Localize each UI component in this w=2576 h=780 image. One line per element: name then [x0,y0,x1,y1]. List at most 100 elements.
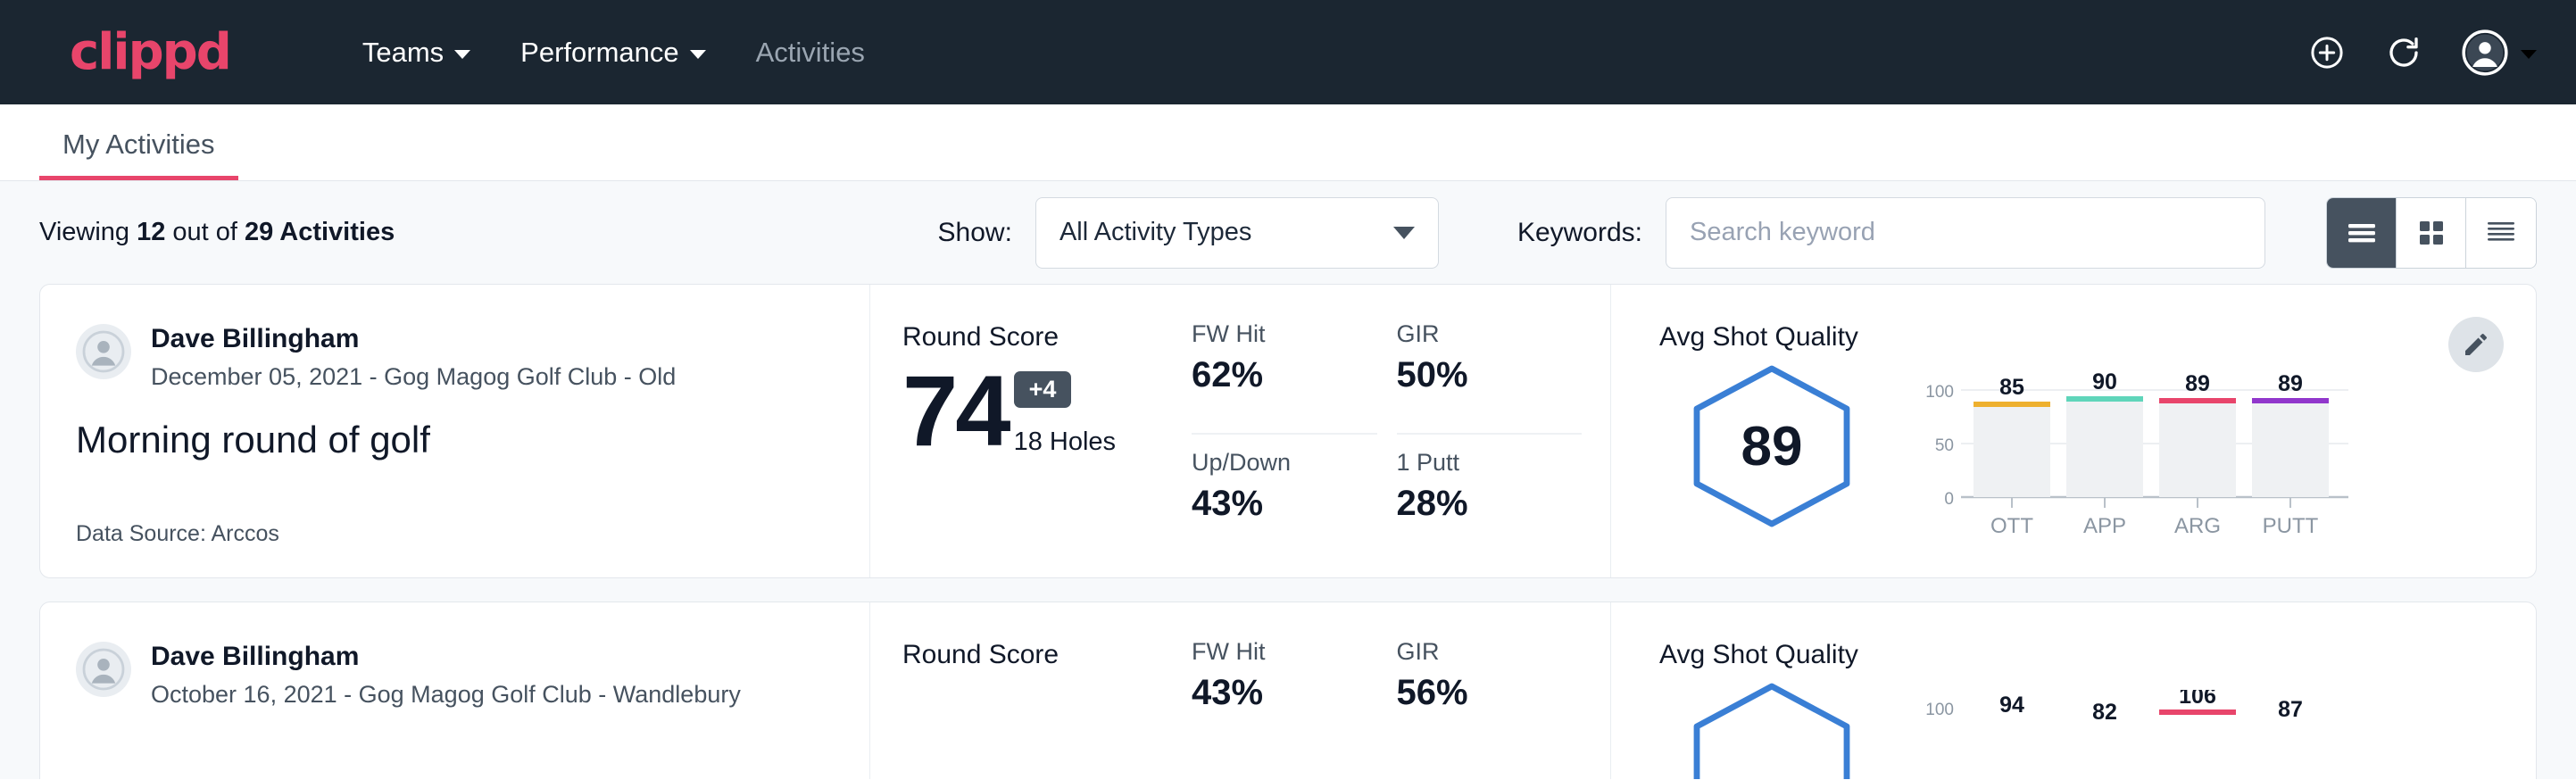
round-score-label: Round Score [902,640,1192,670]
shot-quality-bar-chart: 100 50 0 85 OTT 90 APP [1915,372,2352,551]
ytick-0: 0 [1944,490,1954,509]
data-source-label: Data Source: Arccos [76,521,834,547]
activity-title: Morning round of golf [76,418,834,462]
viewing-prefix: Viewing [39,218,137,246]
search-input[interactable] [1666,197,2265,269]
chevron-down-icon [690,50,706,59]
bar-label-app: APP [2083,514,2126,538]
avg-shot-quality-body: 100 94 82 106 87 [1659,679,2536,779]
round-score-label: Round Score [902,322,1192,353]
stat-value: 56% [1397,673,1583,712]
shot-quality-bar-chart: 100 94 82 106 87 [1915,690,2352,779]
round-stats-grid: FW Hit 62% GIR 50% Up/Down 43% 1 Putt 28… [1192,285,1611,577]
bar-value-putt: 89 [2278,372,2303,396]
player-name: Dave Billingham [151,322,676,356]
refresh-icon[interactable] [2385,34,2422,71]
stat-one-putt: 1 Putt 28% [1397,435,1583,547]
stat-value: 50% [1397,355,1583,394]
activity-meta: October 16, 2021 - Gog Magog Golf Club -… [151,680,741,709]
keywords-label: Keywords: [1517,218,1642,248]
bar-arg [2159,402,2236,497]
compact-list-icon [2485,219,2517,247]
activity-player-column: Dave Billingham December 05, 2021 - Gog … [40,285,870,577]
viewing-total: 29 Activities [245,218,395,246]
bar-putt [2252,402,2329,497]
round-score-side: +4 18 Holes [1014,371,1116,457]
bar-value-app: 90 [2092,372,2117,394]
activity-type-select[interactable]: All Activity Types [1035,197,1439,269]
shot-quality-hexagon [1683,679,1861,779]
ytick-50: 50 [1935,436,1954,455]
bar-value-arg: 89 [2185,372,2210,396]
clippd-logo[interactable]: clippd [70,28,230,78]
bar-value-app: 82 [2092,700,2117,725]
bar-value-ott: 85 [1999,375,2024,400]
stat-value: 43% [1192,484,1377,523]
round-score-value: 74 [902,365,1009,457]
round-score-row: 74 +4 18 Holes [902,365,1192,457]
stat-label: FW Hit [1192,638,1377,666]
add-circle-icon[interactable] [2308,34,2346,71]
bar-ott [1974,406,2050,497]
nav-item-performance[interactable]: Performance [495,28,730,78]
chevron-down-icon [1393,227,1415,239]
chevron-down-icon [454,50,470,59]
avg-shot-quality-column: Avg Shot Quality 89 100 [1611,285,2536,577]
grid-view-button[interactable] [2397,198,2466,268]
grid-icon [2416,218,2447,248]
stat-label: 1 Putt [1397,449,1583,477]
list-view-button[interactable] [2327,198,2397,268]
nav-item-teams-label: Teams [362,37,444,69]
player-name: Dave Billingham [151,640,741,674]
activity-player-column: Dave Billingham October 16, 2021 - Gog M… [40,602,870,779]
tab-my-activities[interactable]: My Activities [39,130,238,180]
account-menu[interactable] [2462,29,2537,76]
filter-controls: Show: All Activity Types Keywords: [938,197,2537,269]
view-mode-toggle-group [2326,197,2537,269]
holes-played-label: 18 Holes [1014,427,1116,457]
viewing-count: 12 [137,218,165,246]
pencil-icon [2462,330,2490,359]
person-icon [82,330,125,373]
navbar-actions [2308,29,2537,76]
stat-gir: GIR 50% [1397,320,1583,435]
person-icon [82,648,125,691]
avg-shot-quality-label: Avg Shot Quality [1659,640,2536,670]
avg-shot-quality-body: 89 100 50 0 85 [1659,361,2536,551]
bar-cap-app [2066,396,2143,402]
activity-meta: December 05, 2021 - Gog Magog Golf Club … [151,362,676,391]
compact-view-button[interactable] [2466,198,2536,268]
stat-fw-hit: FW Hit 43% [1192,638,1377,779]
round-score-row: +0 [902,683,1192,739]
player-header: Dave Billingham December 05, 2021 - Gog … [76,322,834,391]
round-score-column: Round Score +0 [870,602,1192,779]
avatar [76,324,131,379]
stat-fw-hit: FW Hit 62% [1192,320,1377,435]
edit-activity-button[interactable] [2448,317,2504,372]
bar-value-ott: 94 [1999,693,2024,718]
stat-label: GIR [1397,320,1583,348]
avg-shot-quality-column: Avg Shot Quality 100 94 82 106 87 [1611,602,2536,779]
activity-card[interactable]: Dave Billingham December 05, 2021 - Gog … [39,284,2537,578]
stat-value: 62% [1192,355,1377,394]
player-identity: Dave Billingham October 16, 2021 - Gog M… [151,640,741,709]
nav-item-activities[interactable]: Activities [731,28,890,78]
stat-label: Up/Down [1192,449,1377,477]
activity-card[interactable]: Dave Billingham October 16, 2021 - Gog M… [39,602,2537,779]
bar-cap-putt [2252,398,2329,403]
stat-value: 43% [1192,673,1377,712]
account-avatar-icon [2462,29,2508,76]
nav-item-teams[interactable]: Teams [337,28,495,78]
chevron-down-icon [2521,50,2537,59]
bar-label-arg: ARG [2174,514,2221,538]
main-content: Viewing 12 out of 29 Activities Show: Al… [0,181,2576,779]
round-score-column: Round Score 74 +4 18 Holes [870,285,1192,577]
player-identity: Dave Billingham December 05, 2021 - Gog … [151,322,676,391]
stat-label: FW Hit [1192,320,1377,348]
ytick-100: 100 [1925,701,1954,719]
bar-label-putt: PUTT [2263,514,2319,538]
bar-app [2066,401,2143,497]
round-stats-grid: FW Hit 43% GIR 56% [1192,602,1611,779]
page-tabbar: My Activities [0,104,2576,181]
viewing-middle: out of [165,218,245,246]
